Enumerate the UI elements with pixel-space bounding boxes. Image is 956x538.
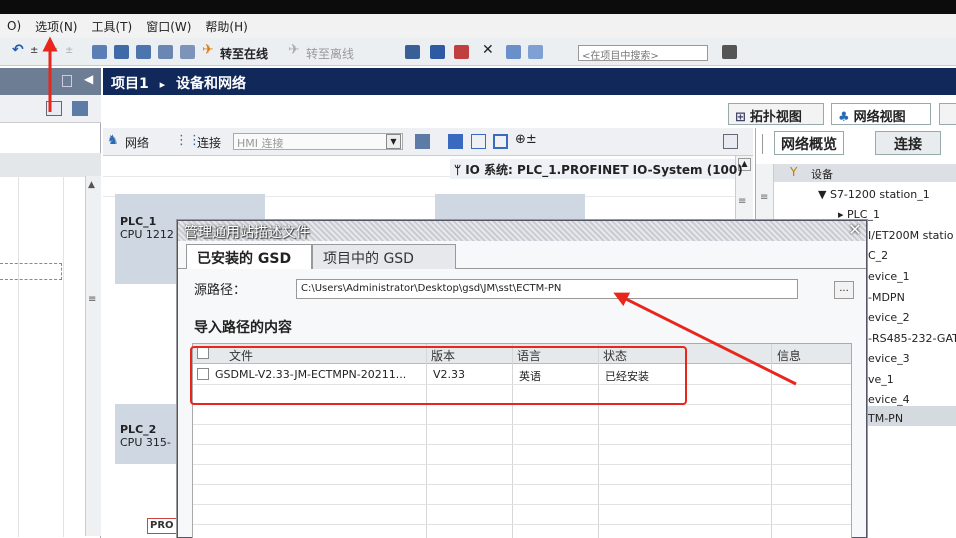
annotation-arrow-source-path: [613, 292, 797, 386]
annotation-arrows: [42, 36, 797, 386]
